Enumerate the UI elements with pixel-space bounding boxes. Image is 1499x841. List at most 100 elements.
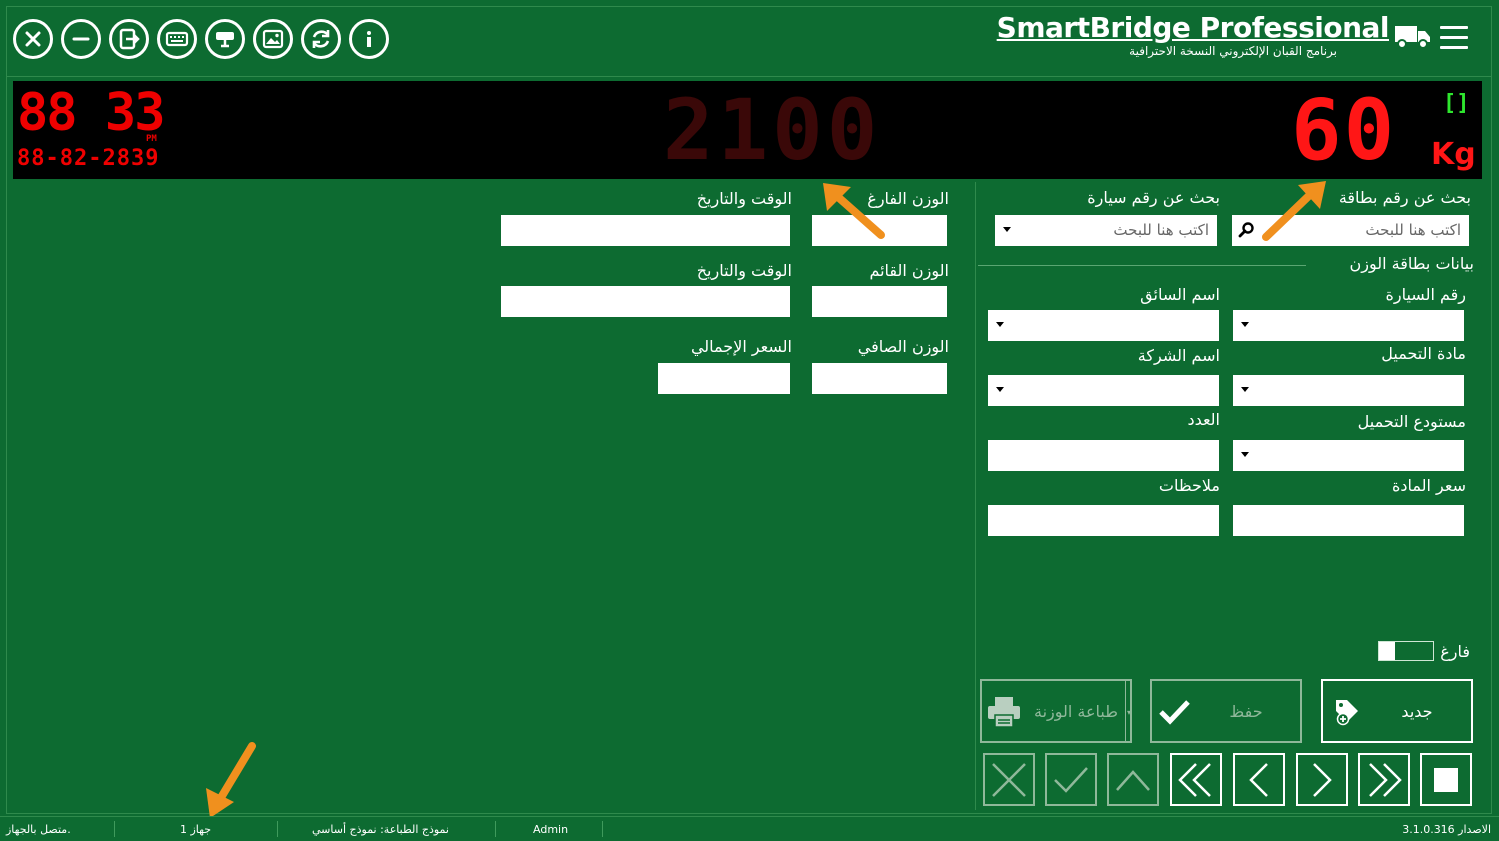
- driver-name-label: اسم السائق: [1140, 285, 1220, 304]
- chevron-down-icon[interactable]: [1003, 227, 1011, 232]
- status-separator: [495, 821, 496, 837]
- version-status: الاصدار 3.1.0.316: [1402, 823, 1491, 836]
- count-field[interactable]: [988, 440, 1219, 471]
- empty-weight-field[interactable]: [812, 215, 947, 246]
- check-icon: [1054, 766, 1088, 793]
- clock-readout: 88 33: [17, 83, 166, 143]
- status-separator: [602, 821, 603, 837]
- company-name-select[interactable]: [988, 375, 1219, 406]
- driver-name-select[interactable]: [988, 310, 1219, 341]
- material-label: مادة التحميل: [1381, 344, 1466, 363]
- weight-display: 88 33 PM 88-82-2839 2100 60 Kg []: [13, 81, 1482, 179]
- search-card-input[interactable]: اكتب هنا للبحث: [1232, 215, 1469, 246]
- company-name-label: اسم الشركة: [1137, 346, 1220, 365]
- cancel-nav-button[interactable]: [983, 753, 1035, 806]
- print-split-divider: [1125, 681, 1126, 741]
- menu-icon[interactable]: [1440, 26, 1468, 50]
- material-select[interactable]: [1233, 375, 1464, 406]
- chevron-down-icon[interactable]: [1241, 387, 1249, 392]
- close-icon[interactable]: [13, 19, 53, 59]
- previous-weight-readout: 2100: [663, 81, 882, 179]
- car-number-label: رقم السيارة: [1385, 285, 1466, 304]
- notes-label: ملاحظات: [1158, 476, 1220, 495]
- search-car-label: بحث عن رقم سيارة: [1087, 188, 1220, 207]
- full-datetime-field[interactable]: [501, 286, 790, 317]
- print-button-label: طباعة الوزنة: [1034, 701, 1118, 721]
- section-divider: [978, 265, 1306, 266]
- connection-status: متصل بالجهاز.: [6, 823, 71, 836]
- total-price-label: السعر الإجمالي: [690, 337, 792, 356]
- save-button[interactable]: حفظ: [1150, 679, 1302, 743]
- new-button-label: جديد: [1401, 701, 1433, 721]
- app-subtitle: برنامج القبان الإلكتروني النسخة الاحتراف…: [1129, 44, 1337, 58]
- net-weight-field[interactable]: [812, 363, 947, 394]
- empty-datetime-field[interactable]: [501, 215, 790, 246]
- count-label: العدد: [1187, 410, 1220, 429]
- keyboard-icon[interactable]: [157, 19, 197, 59]
- last-record-button[interactable]: [1358, 753, 1410, 806]
- print-dropdown-arrow-icon[interactable]: ▾: [1127, 708, 1131, 717]
- date-readout: 88-82-2839: [17, 146, 160, 171]
- chevron-down-icon[interactable]: [996, 322, 1004, 327]
- full-weight-field[interactable]: [812, 286, 947, 317]
- chevron-down-icon[interactable]: [1241, 452, 1249, 457]
- next-record-button[interactable]: [1296, 753, 1348, 806]
- datetime-label-2: الوقت والتاريخ: [696, 261, 792, 280]
- double-chevron-left-icon: [1178, 762, 1211, 797]
- app-title: SmartBridge Professional: [996, 11, 1390, 44]
- up-nav-button[interactable]: [1107, 753, 1159, 806]
- material-price-field[interactable]: [1233, 505, 1464, 536]
- ampm-readout: PM: [146, 134, 157, 144]
- stop-button[interactable]: [1420, 753, 1472, 806]
- search-car-input[interactable]: اكتب هنا للبحث: [995, 215, 1217, 246]
- confirm-nav-button[interactable]: [1045, 753, 1097, 806]
- notes-field[interactable]: [988, 505, 1219, 536]
- save-button-label: حفظ: [1229, 701, 1263, 721]
- chevron-up-icon: [1116, 769, 1150, 791]
- status-separator: [114, 821, 115, 837]
- weight-unit: Kg: [1431, 137, 1476, 172]
- camera-icon[interactable]: [205, 19, 245, 59]
- app-brand: SmartBridge Professional برنامج القبان ا…: [996, 11, 1390, 59]
- empty-toggle[interactable]: [1378, 641, 1434, 661]
- new-button[interactable]: جديد: [1321, 679, 1473, 743]
- image-icon[interactable]: [253, 19, 293, 59]
- truck-icon: [1395, 26, 1430, 49]
- car-number-select[interactable]: [1233, 310, 1464, 341]
- search-car-placeholder: اكتب هنا للبحث: [1113, 221, 1209, 239]
- card-data-label: بيانات بطاقة الوزن: [1349, 254, 1474, 273]
- status-separator: [277, 821, 278, 837]
- header-divider: [6, 76, 1492, 77]
- exit-icon[interactable]: [109, 19, 149, 59]
- warehouse-label: مستودع التحميل: [1357, 412, 1466, 431]
- chevron-right-icon: [1313, 762, 1332, 797]
- stop-icon: [1434, 767, 1458, 792]
- full-weight-label: الوزن القائم: [869, 261, 949, 280]
- material-price-label: سعر المادة: [1392, 476, 1466, 495]
- panel-divider: [975, 182, 976, 810]
- stability-indicator: []: [1443, 91, 1470, 116]
- double-chevron-right-icon: [1369, 762, 1402, 797]
- info-icon[interactable]: [349, 19, 389, 59]
- annotation-arrow-icon: [206, 742, 256, 818]
- search-card-label: بحث عن رقم بطاقة: [1338, 188, 1471, 207]
- minimize-icon[interactable]: [61, 19, 101, 59]
- search-icon: [1238, 222, 1254, 238]
- status-bar: متصل بالجهاز. جهاز 1 نموذج الطباعة: نموذ…: [0, 816, 1499, 841]
- chevron-down-icon[interactable]: [996, 387, 1004, 392]
- refresh-icon[interactable]: [301, 19, 341, 59]
- empty-weight-label: الوزن الفارغ: [867, 189, 949, 208]
- warehouse-select[interactable]: [1233, 440, 1464, 471]
- first-record-button[interactable]: [1170, 753, 1222, 806]
- previous-record-button[interactable]: [1233, 753, 1285, 806]
- print-button[interactable]: طباعة الوزنة ▾: [980, 679, 1132, 743]
- empty-toggle-label: فارغ: [1440, 642, 1470, 661]
- total-price-field[interactable]: [658, 363, 790, 394]
- x-icon: [992, 762, 1026, 797]
- app-window: SmartBridge Professional برنامج القبان ا…: [0, 0, 1499, 840]
- chevron-down-icon[interactable]: [1241, 322, 1249, 327]
- search-card-placeholder: اكتب هنا للبحث: [1365, 221, 1461, 239]
- net-weight-label: الوزن الصافي: [857, 337, 949, 356]
- device-status: جهاز 1: [180, 823, 212, 836]
- user-status: Admin: [533, 823, 569, 836]
